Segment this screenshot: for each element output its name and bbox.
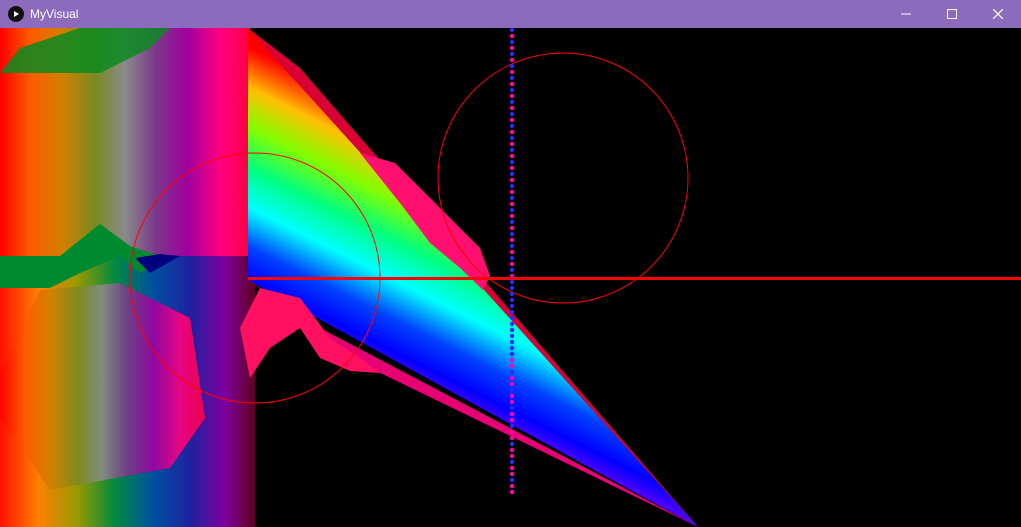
column-dot	[509, 393, 515, 399]
column-dot	[509, 81, 515, 87]
column-dot	[509, 327, 515, 333]
column-dot	[509, 447, 515, 453]
column-dot	[509, 165, 515, 171]
column-dot	[509, 63, 515, 69]
column-dot	[509, 183, 515, 189]
column-dot	[509, 153, 515, 159]
column-dot	[509, 411, 515, 417]
column-dot	[509, 321, 515, 327]
column-dot	[509, 465, 515, 471]
window-title: MyVisual	[30, 7, 79, 21]
column-dot	[509, 135, 515, 141]
column-dot	[509, 249, 515, 255]
column-dot	[509, 87, 515, 93]
hexagon-shape	[0, 283, 205, 490]
column-dot	[509, 261, 515, 267]
column-dot	[509, 285, 515, 291]
column-dot	[509, 237, 515, 243]
visualization-svg	[0, 28, 1021, 527]
column-dot	[509, 171, 515, 177]
column-dot	[509, 387, 515, 393]
column-dot	[509, 28, 515, 33]
column-dot	[509, 453, 515, 459]
column-dot	[509, 267, 515, 273]
column-dot	[509, 105, 515, 111]
column-dot	[509, 369, 515, 375]
column-dot	[509, 357, 515, 363]
maximize-button[interactable]	[929, 0, 975, 28]
minimize-button[interactable]	[883, 0, 929, 28]
play-icon	[8, 6, 24, 22]
column-dot	[509, 471, 515, 477]
column-dot	[509, 45, 515, 51]
column-dot	[509, 39, 515, 45]
column-dot	[509, 231, 515, 237]
column-dot	[509, 219, 515, 225]
column-dot	[509, 207, 515, 213]
column-dot	[509, 141, 515, 147]
column-dot	[509, 477, 515, 483]
column-dot	[509, 201, 515, 207]
column-dot	[509, 333, 515, 339]
column-dot	[509, 351, 515, 357]
column-dot	[509, 459, 515, 465]
column-dot	[509, 93, 515, 99]
column-dot	[509, 147, 515, 153]
column-dot	[509, 123, 515, 129]
column-dot	[509, 273, 515, 279]
close-button[interactable]	[975, 0, 1021, 28]
column-dot	[509, 111, 515, 117]
column-dot	[509, 339, 515, 345]
column-dot	[509, 435, 515, 441]
column-dot	[509, 159, 515, 165]
column-dot	[509, 57, 515, 63]
horizontal-red-line	[248, 277, 1021, 280]
title-bar: MyVisual	[0, 0, 1021, 28]
column-dot	[509, 279, 515, 285]
column-dot	[509, 33, 515, 39]
column-dot	[509, 51, 515, 57]
column-dot	[509, 69, 515, 75]
column-dot	[509, 297, 515, 303]
column-dot	[509, 483, 515, 489]
column-dot	[509, 489, 515, 495]
column-dot	[509, 441, 515, 447]
close-icon	[993, 9, 1003, 19]
column-dot	[509, 99, 515, 105]
column-dot	[509, 75, 515, 81]
column-dot	[509, 315, 515, 321]
column-dot	[509, 423, 515, 429]
column-dot	[509, 375, 515, 381]
column-dot	[509, 189, 515, 195]
maximize-icon	[947, 9, 957, 19]
column-dot	[509, 255, 515, 261]
column-dot	[509, 345, 515, 351]
column-dot	[509, 213, 515, 219]
column-dot	[509, 117, 515, 123]
column-dot	[509, 429, 515, 435]
column-dot	[509, 363, 515, 369]
window-controls	[883, 0, 1021, 28]
column-dot	[509, 177, 515, 183]
column-dot	[509, 243, 515, 249]
column-dot	[509, 399, 515, 405]
column-dot	[509, 381, 515, 387]
column-dot	[509, 417, 515, 423]
minimize-icon	[901, 13, 911, 15]
column-dot	[509, 195, 515, 201]
render-canvas[interactable]	[0, 28, 1021, 527]
column-dot	[509, 129, 515, 135]
column-dot	[509, 303, 515, 309]
column-dot	[509, 309, 515, 315]
column-dot	[509, 405, 515, 411]
column-dot	[509, 225, 515, 231]
column-dot	[509, 291, 515, 297]
